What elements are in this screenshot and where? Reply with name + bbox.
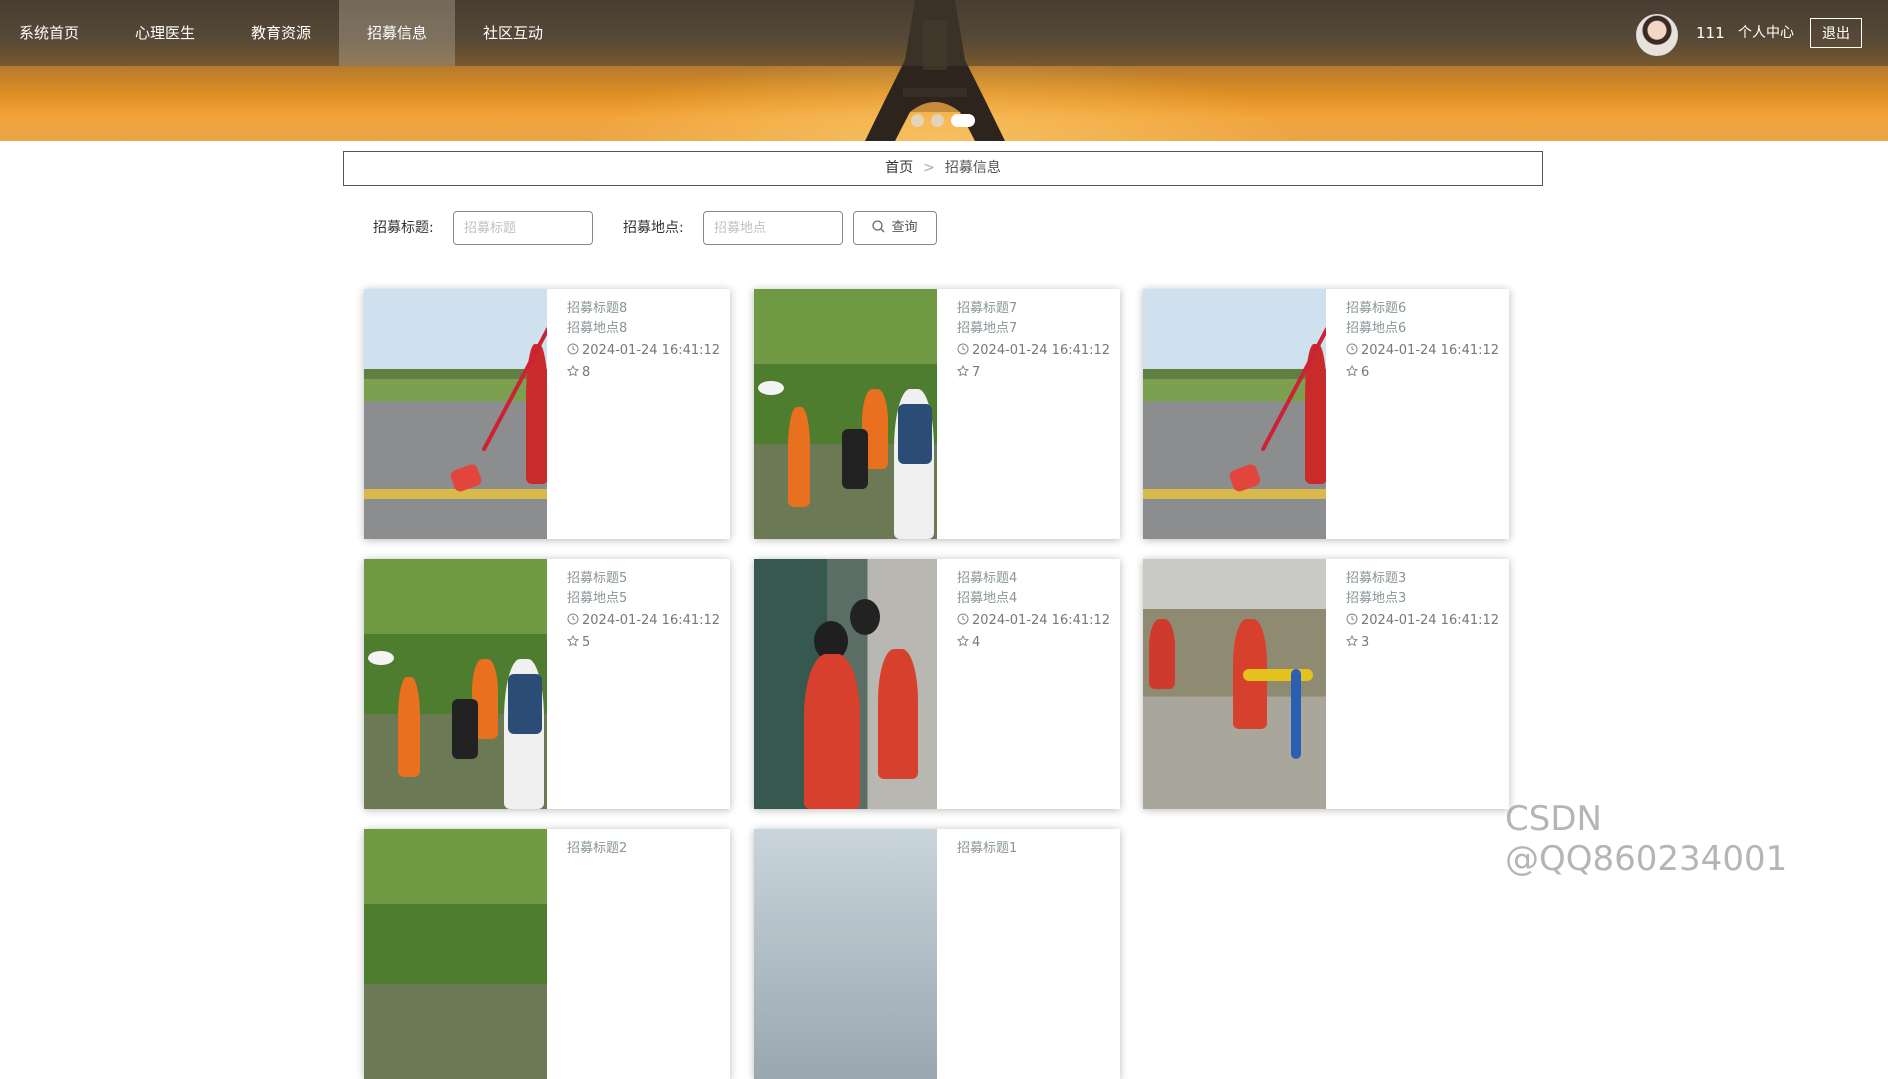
breadcrumb-separator: > xyxy=(923,160,935,176)
recruit-card[interactable]: 招募标题4 招募地点4 2024-01-24 16:41:12 4 xyxy=(754,559,1120,809)
title-label: 招募标题: xyxy=(373,220,434,236)
search-button-label: 查询 xyxy=(891,220,918,235)
recruit-card[interactable]: 招募标题5 招募地点5 2024-01-24 16:41:12 5 xyxy=(364,559,730,809)
clock-icon xyxy=(567,343,579,355)
top-navigation: 系统首页 心理医生 教育资源 招募信息 社区互动 111 个人中心 退出 xyxy=(0,0,1888,66)
star-icon xyxy=(956,364,970,377)
recruit-card[interactable]: 招募标题6 招募地点6 2024-01-24 16:41:12 6 xyxy=(1143,289,1509,539)
card-title: 招募标题4 xyxy=(957,571,1018,586)
logout-button[interactable]: 退出 xyxy=(1810,18,1862,48)
username: 111 xyxy=(1696,24,1725,42)
recruit-photo xyxy=(1143,559,1326,809)
card-location: 招募地点7 xyxy=(957,321,1018,336)
card-time: 2024-01-24 16:41:12 xyxy=(972,613,1111,628)
card-title: 招募标题1 xyxy=(957,841,1018,856)
card-location: 招募地点5 xyxy=(567,591,628,606)
breadcrumb-current: 招募信息 xyxy=(944,160,1001,176)
recruit-card[interactable]: 招募标题7 招募地点7 2024-01-24 16:41:12 7 xyxy=(754,289,1120,539)
card-time: 2024-01-24 16:41:12 xyxy=(972,343,1111,358)
star-icon xyxy=(956,634,970,647)
recruit-photo xyxy=(364,289,547,539)
card-location: 招募地点3 xyxy=(1346,591,1407,606)
nav-item-home[interactable]: 系统首页 xyxy=(0,0,98,66)
card-favorites: 3 xyxy=(1361,635,1370,650)
nav-item-doctor[interactable]: 心理医生 xyxy=(118,0,212,66)
clock-icon xyxy=(957,613,969,625)
card-title: 招募标题7 xyxy=(957,301,1018,316)
card-time: 2024-01-24 16:41:12 xyxy=(1361,343,1500,358)
card-time: 2024-01-24 16:41:12 xyxy=(1361,613,1500,628)
watermark: CSDN @QQ860234001 xyxy=(1505,799,1788,879)
card-location: 招募地点8 xyxy=(567,321,628,336)
recruit-card[interactable]: 招募标题1 xyxy=(754,829,1120,1079)
recruit-photo xyxy=(754,829,937,1079)
star-icon xyxy=(566,634,580,647)
avatar[interactable] xyxy=(1636,14,1678,56)
nav-item-education[interactable]: 教育资源 xyxy=(234,0,328,66)
card-location: 招募地点6 xyxy=(1346,321,1407,336)
card-title: 招募标题5 xyxy=(567,571,628,586)
clock-icon xyxy=(567,613,579,625)
card-favorites: 5 xyxy=(582,635,591,650)
recruit-photo xyxy=(1143,289,1326,539)
search-button[interactable]: 查询 xyxy=(853,211,937,245)
card-title: 招募标题3 xyxy=(1346,571,1407,586)
card-favorites: 7 xyxy=(972,365,981,380)
star-icon xyxy=(1345,634,1359,647)
card-title: 招募标题8 xyxy=(567,301,628,316)
recruit-photo xyxy=(364,829,547,1079)
recruit-photo xyxy=(754,559,937,809)
star-icon xyxy=(1345,364,1359,377)
card-title: 招募标题6 xyxy=(1346,301,1407,316)
search-icon xyxy=(872,220,885,233)
breadcrumb: 首页 > 招募信息 xyxy=(343,151,1543,186)
nav-item-community[interactable]: 社区互动 xyxy=(466,0,560,66)
clock-icon xyxy=(957,343,969,355)
recruit-card[interactable]: 招募标题2 xyxy=(364,829,730,1079)
card-favorites: 8 xyxy=(582,365,591,380)
user-center-link[interactable]: 个人中心 xyxy=(1738,0,1794,66)
card-title: 招募标题2 xyxy=(567,841,628,856)
carousel-dot[interactable] xyxy=(911,114,924,127)
card-favorites: 4 xyxy=(972,635,981,650)
nav-item-recruitment[interactable]: 招募信息 xyxy=(339,0,455,66)
carousel-dot-active[interactable] xyxy=(951,114,975,127)
card-favorites: 6 xyxy=(1361,365,1370,380)
recruit-card[interactable]: 招募标题8 招募地点8 2024-01-24 16:41:12 8 xyxy=(364,289,730,539)
clock-icon xyxy=(1346,343,1358,355)
breadcrumb-home[interactable]: 首页 xyxy=(885,160,913,176)
title-search-input[interactable] xyxy=(453,211,593,245)
carousel-dot[interactable] xyxy=(931,114,944,127)
location-label: 招募地点: xyxy=(623,220,684,236)
recruit-card[interactable]: 招募标题3 招募地点3 2024-01-24 16:41:12 3 xyxy=(1143,559,1509,809)
location-search-input[interactable] xyxy=(703,211,843,245)
card-time: 2024-01-24 16:41:12 xyxy=(582,343,721,358)
recruit-photo xyxy=(754,289,937,539)
recruit-photo xyxy=(364,559,547,809)
star-icon xyxy=(566,364,580,377)
card-time: 2024-01-24 16:41:12 xyxy=(582,613,721,628)
card-location: 招募地点4 xyxy=(957,591,1018,606)
clock-icon xyxy=(1346,613,1358,625)
